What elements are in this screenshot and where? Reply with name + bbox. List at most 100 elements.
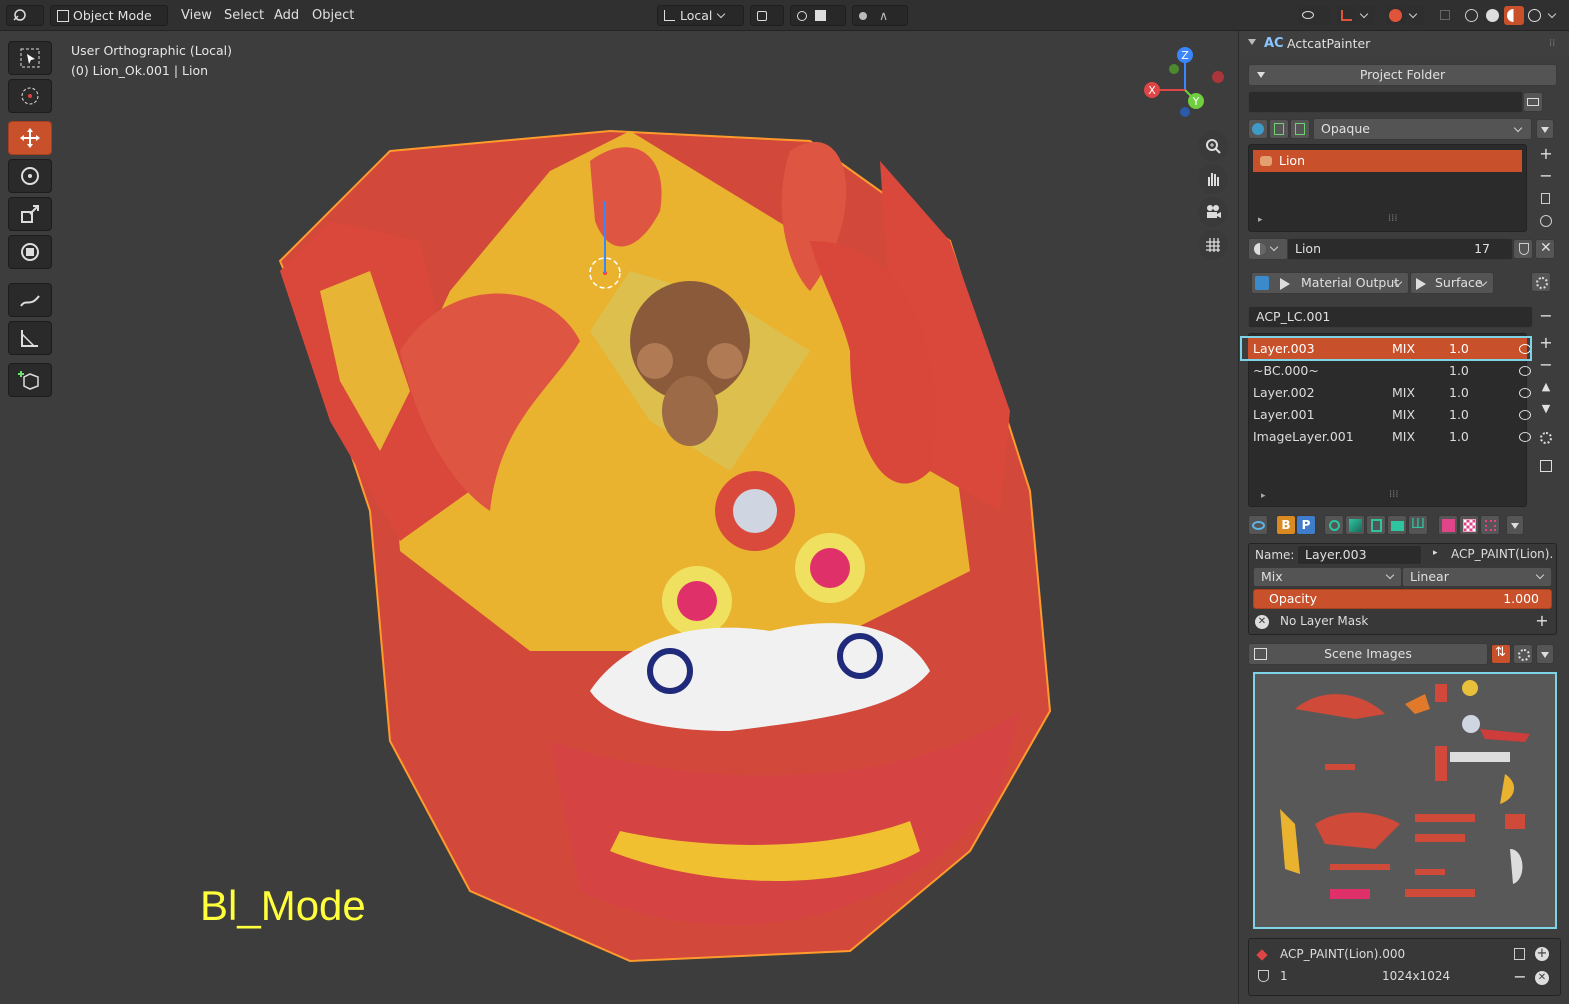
gizmo-toggle[interactable] [1337,6,1357,25]
navigation-gizmo[interactable]: Z X Y [1138,45,1232,135]
eye-icon[interactable] [1519,388,1531,398]
layer-opacity[interactable]: 1.0 [1449,404,1469,426]
layer-name-field[interactable]: Layer.003 [1297,545,1422,565]
tab-visibility[interactable] [1248,515,1268,535]
neg-z-axis-icon[interactable] [1180,107,1190,117]
mode-selector[interactable]: Object Mode [50,5,168,38]
neg-x-axis-icon[interactable] [1212,71,1224,83]
pan-button[interactable] [1198,164,1228,194]
shading-rendered[interactable] [1525,6,1545,25]
uv-toggle[interactable] [1290,119,1310,139]
tab-pattern[interactable] [1480,515,1500,535]
opacity-slider[interactable]: Opacity 1.000 [1253,589,1552,609]
proportional-edit-button[interactable]: ∧ [852,5,908,26]
layer-move-down-button[interactable]: ▼ [1536,400,1556,420]
layer-row[interactable]: ~BC.000~ 1.0 [1248,360,1531,382]
node-settings-button[interactable] [1531,272,1551,292]
add-cube-tool[interactable] [8,363,52,397]
tab-gradient[interactable] [1345,515,1365,535]
addon-header[interactable]: AC ActcatPainter ⁞⁞ [1239,31,1569,57]
eye-icon[interactable] [1519,432,1531,442]
select-box-tool[interactable] [8,41,52,75]
visibility-dropdown[interactable] [1298,6,1330,25]
sphere-toggle[interactable] [1248,119,1268,139]
transform-orientation-select[interactable]: Local [657,5,744,26]
output-socket-select[interactable]: Surface [1410,272,1494,294]
annotate-tool[interactable] [8,283,52,317]
tab-base-color[interactable]: B [1276,515,1296,535]
tab-paint[interactable]: P [1296,515,1316,535]
menu-add[interactable]: Add [269,5,304,26]
editor-type-button[interactable] [6,5,44,38]
material-copy-button[interactable] [1536,189,1556,209]
image-link-label[interactable]: ACP_PAINT(Lion). [1451,547,1553,561]
overlays-toggle[interactable] [1386,6,1406,25]
drag-handle-icon[interactable]: ⁞⁞ [1549,38,1555,49]
fake-user-button[interactable] [1513,239,1533,259]
menu-view[interactable]: View [176,5,217,26]
interpolation-select[interactable]: Linear [1402,567,1552,587]
pivot-point-button[interactable] [750,5,784,26]
eye-icon[interactable] [1519,366,1531,376]
browse-folder-button[interactable] [1523,92,1543,112]
shading-dropdown[interactable] [1547,6,1563,25]
layer-row[interactable]: Layer.003 MIX 1.0 [1248,338,1531,360]
output-node-select[interactable]: Material Output [1251,272,1409,294]
list-resize-handle[interactable]: ⁞⁞⁞ [1388,213,1398,224]
material-remove-button[interactable]: − [1536,167,1556,187]
layer-add-button[interactable]: + [1536,334,1556,354]
list-expand-icon[interactable]: ▸ [1258,215,1263,225]
layer-opacity[interactable]: 1.0 [1449,360,1469,382]
flat-toggle[interactable] [1269,119,1289,139]
add-mask-button[interactable]: + [1532,612,1552,632]
layer-collection-remove-button[interactable]: − [1536,307,1556,327]
measure-tool[interactable] [8,321,52,355]
move-tool[interactable] [8,121,52,155]
layer-move-up-button[interactable]: ▲ [1536,378,1556,398]
gizmo-dropdown[interactable] [1359,6,1375,25]
layer-export-button[interactable] [1536,456,1556,476]
material-browse-button[interactable] [1248,238,1288,260]
3d-viewport[interactable]: User Orthographic (Local) (0) Lion_Ok.00… [0,31,1238,1004]
lion-head-model[interactable] [250,91,1070,981]
shading-material[interactable] [1504,6,1524,25]
menu-select[interactable]: Select [219,5,269,26]
menu-object[interactable]: Object [307,5,359,26]
tab-checker[interactable] [1459,515,1479,535]
material-preview-button[interactable] [1536,211,1556,231]
eye-icon[interactable] [1519,410,1531,420]
tab-bake[interactable] [1438,515,1458,535]
eye-icon[interactable] [1519,344,1531,354]
layer-opacity[interactable]: 1.0 [1449,382,1469,404]
material-add-button[interactable]: + [1536,145,1556,165]
overlays-dropdown[interactable] [1408,6,1424,25]
scene-images-header[interactable]: Scene Images [1248,643,1488,665]
grid-button[interactable] [1198,230,1228,260]
tab-more-dropdown[interactable] [1506,515,1524,535]
material-name-field[interactable]: Lion 17 [1287,238,1513,260]
material-users-count[interactable]: 17 [1474,239,1490,259]
project-folder-header[interactable]: Project Folder [1248,64,1557,86]
material-list-item[interactable]: Lion [1253,150,1522,172]
blend-options-dropdown[interactable] [1536,119,1554,139]
texture-preview[interactable] [1253,672,1557,929]
layer-row[interactable]: ImageLayer.001 MIX 1.0 [1248,426,1531,448]
layer-row[interactable]: Layer.001 MIX 1.0 [1248,404,1531,426]
image-settings-button[interactable] [1513,644,1533,664]
project-path-field[interactable] [1248,91,1523,113]
snap-button[interactable] [790,5,846,26]
tab-filter[interactable]: Ш [1408,515,1428,535]
layer-list-expand-icon[interactable]: ▸ [1261,491,1266,501]
delete-image-button[interactable]: ✕ [1532,968,1552,988]
tab-mask[interactable] [1366,515,1386,535]
layer-remove-button[interactable]: − [1536,356,1556,376]
remove-image-button[interactable]: − [1510,968,1530,988]
layer-row[interactable]: Layer.002 MIX 1.0 [1248,382,1531,404]
refresh-images-button[interactable]: ⇅ [1491,644,1511,664]
blend-mode-select[interactable]: Opaque [1313,118,1532,140]
layer-opacity[interactable]: 1.0 [1449,338,1469,360]
new-image-button[interactable] [1510,944,1530,964]
transform-tool[interactable] [8,235,52,269]
layer-opacity[interactable]: 1.0 [1449,426,1469,448]
scale-tool[interactable] [8,197,52,231]
